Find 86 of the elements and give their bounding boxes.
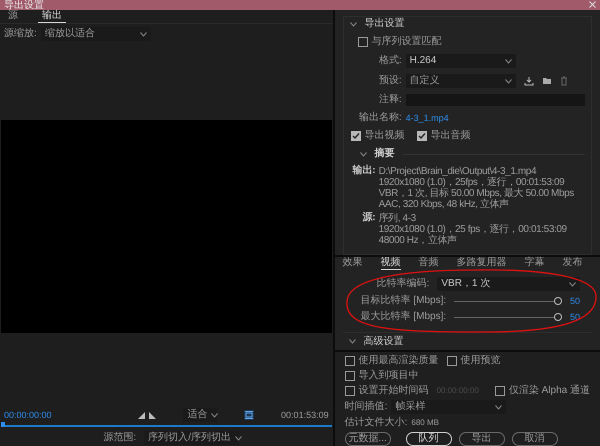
checkbox-label: 导出音频 (430, 130, 471, 142)
checkbox-label: 仅渲染 Alpha 通道 (508, 385, 590, 397)
checkbox-label: 导出视频 (364, 130, 405, 142)
summary-line: 1920x1080 (1.0)，25fps，逐行，00:01:53:09 (378, 177, 566, 188)
field-label: 输出名称: (358, 112, 402, 124)
checkbox[interactable] (416, 131, 427, 141)
dropdown[interactable]: 缩放以适合 (40, 27, 151, 41)
field-label: 估计文件大小: (344, 417, 408, 429)
checkbox-label: 与序列设置匹配 (372, 36, 442, 48)
chevron-icon[interactable] (360, 152, 367, 156)
tab[interactable]: 字幕 (524, 257, 545, 270)
field-label: 注释: (378, 94, 402, 106)
output-name-link[interactable]: 4-3_1.mp4 (406, 112, 449, 124)
summary-label: 输出: (352, 166, 376, 178)
slider-value[interactable]: 50 (570, 295, 580, 307)
checkbox-label: 使用预览 (460, 355, 501, 367)
field-label: 比特率编码: (376, 278, 430, 290)
export-frame-icon[interactable] (244, 410, 254, 420)
window-title: 导出设置 (4, 1, 44, 11)
checkmark-icon (352, 132, 360, 140)
save-preset-icon[interactable] (524, 76, 534, 86)
summary-line: 48000 Hz，立体声 (378, 235, 458, 246)
chevron-icon[interactable] (348, 339, 356, 344)
summary-line: 1920x1080 (1.0)，25 fps，逐行，00:01:53:09 (378, 224, 567, 235)
chevron-icon (504, 78, 512, 84)
dialog-button[interactable]: 取消 (512, 432, 558, 446)
dropdown[interactable]: 自定义 (406, 74, 516, 88)
tab[interactable]: 多路复用器 (456, 257, 507, 270)
checkbox[interactable] (446, 356, 457, 366)
summary-line: 序列, 4-3 (378, 213, 417, 224)
file-size-value: 680 MB (411, 417, 439, 429)
field-label: 预设: (378, 75, 402, 87)
chevron-icon (569, 282, 576, 286)
tab[interactable]: 源 (4, 10, 22, 23)
checkmark-icon (418, 132, 426, 140)
field-label: 格式: (378, 55, 402, 67)
checkbox[interactable] (344, 371, 355, 381)
field-label: 源范围: (103, 432, 136, 444)
dropdown[interactable]: H.264 (406, 54, 516, 68)
dialog-button[interactable]: 导出 (458, 432, 505, 446)
dropdown[interactable]: 帧采样 (391, 400, 506, 414)
timeline-track[interactable] (1, 422, 332, 430)
field-label: 最大比特率 [Mbps]: (360, 311, 446, 323)
checkbox-label: 导入到项目中 (358, 370, 419, 382)
checkbox[interactable] (344, 386, 355, 396)
dropdown[interactable]: VBR，1 次 (437, 277, 580, 291)
mark-in-icon[interactable] (138, 412, 146, 418)
summary-line: AAC, 320 Kbps, 48 kHz, 立体声 (378, 199, 510, 210)
dropdown[interactable]: 适合 (183, 408, 218, 422)
checkbox[interactable] (494, 386, 505, 396)
checkbox-label: 使用最高渲染质量 (358, 355, 439, 367)
checkbox[interactable] (350, 131, 361, 141)
dialog-button[interactable]: 队列 (406, 432, 452, 446)
dropdown[interactable]: 序列切入/序列切出 (144, 431, 240, 445)
chevron-icon (495, 404, 502, 410)
slider-thumb[interactable] (554, 312, 562, 320)
tab[interactable]: 音频 (418, 257, 439, 270)
checkbox[interactable] (344, 356, 355, 366)
slider-thumb[interactable] (554, 296, 562, 304)
trash-icon[interactable] (560, 76, 568, 86)
tab[interactable]: 效果 (342, 257, 363, 270)
chevron-icon (504, 58, 512, 64)
chevron-icon (211, 412, 218, 418)
section-heading[interactable]: 摘要 (374, 148, 395, 160)
checkbox[interactable] (358, 37, 368, 47)
dialog-button[interactable]: 元数据... (344, 432, 391, 446)
tab[interactable]: 发布 (562, 257, 583, 270)
checkbox-label: 设置开始时间码 (358, 385, 429, 397)
end-time: 00:01:53:09 (281, 409, 329, 421)
summary-label: 源: (361, 213, 376, 225)
field-label: 时间插值: (344, 401, 388, 413)
summary-line: VBR，1 次, 目标 50.00 Mbps, 最大 50.00 Mbps (378, 188, 574, 199)
section-heading[interactable]: 高级设置 (364, 336, 404, 348)
field-label: 源缩放: (4, 28, 37, 40)
chevron-icon[interactable] (350, 22, 357, 26)
section-heading[interactable]: 导出设置 (364, 18, 405, 30)
close-icon[interactable] (589, 1, 596, 8)
chevron-icon (140, 32, 147, 36)
tab[interactable]: 视频 (380, 257, 401, 270)
chevron-icon (234, 436, 242, 440)
field-label: 目标比特率 [Mbps]: (360, 295, 446, 307)
tab[interactable]: 输出 (38, 10, 66, 23)
folder-icon[interactable] (542, 76, 552, 86)
current-time[interactable]: 00:00:00:00 (4, 409, 52, 421)
mark-out-icon[interactable] (149, 412, 156, 418)
summary-line: D:\Project\Brain_die\Output\4-3_1.mp4 (378, 166, 538, 177)
